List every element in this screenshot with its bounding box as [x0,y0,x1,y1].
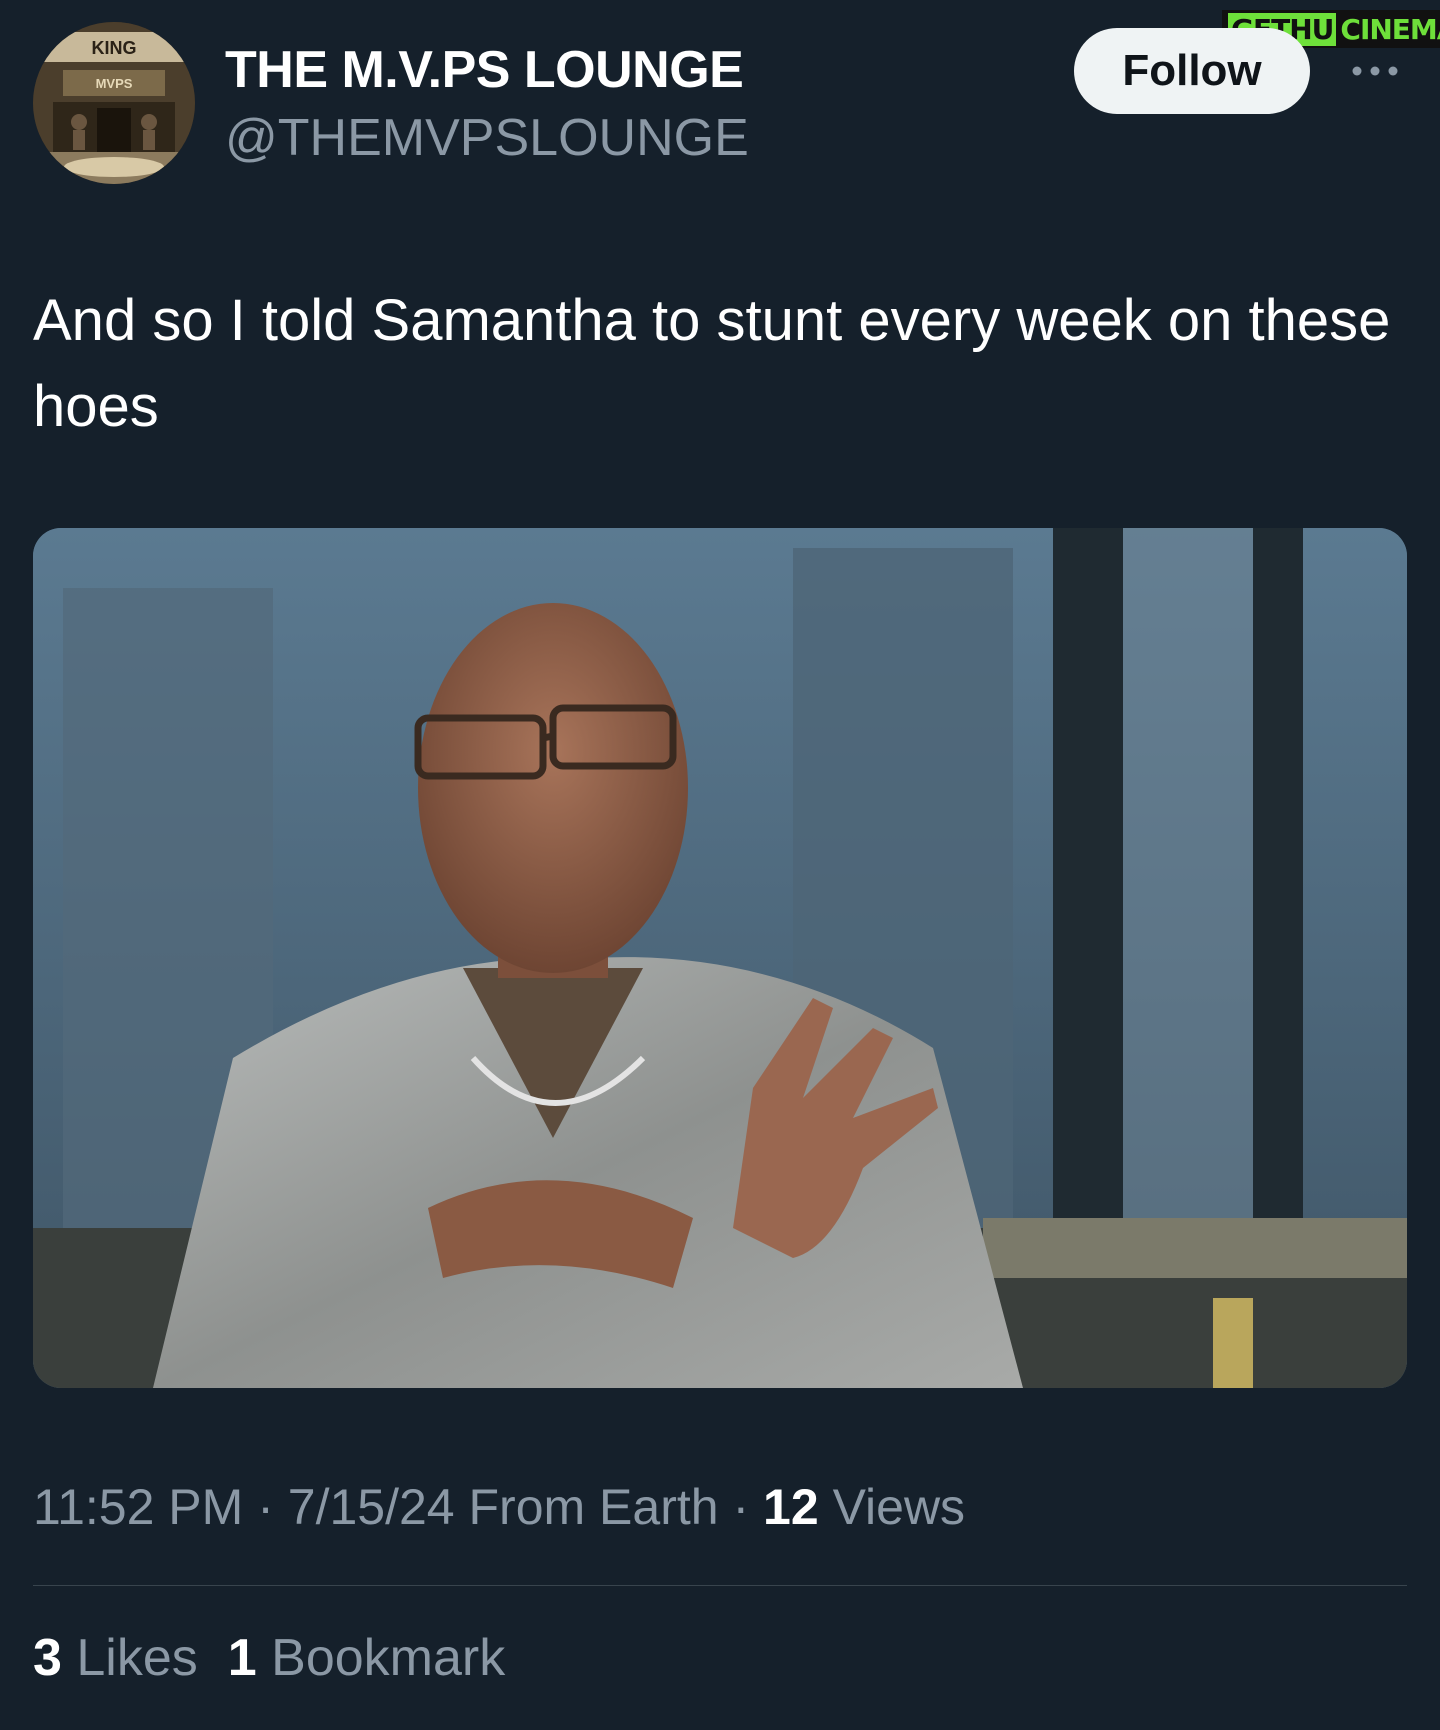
bookmarks-stat[interactable]: 1 Bookmark [228,1629,505,1687]
likes-label: Likes [76,1629,198,1687]
more-options-icon[interactable] [1345,56,1405,86]
author-avatar[interactable]: KING MVPS [33,22,195,184]
views-count: 12 [763,1479,819,1535]
bookmarks-count: 1 [227,1629,257,1687]
meta-separator: · [257,1479,274,1535]
tweet-meta: 11:52 PM · 7/15/24 From Earth · 12 Views [33,1478,965,1536]
meta-separator: · [732,1479,750,1535]
follow-button[interactable]: Follow [1074,28,1310,114]
likes-stat[interactable]: 3 Likes [33,1629,198,1687]
tweet-text: And so I told Samantha to stunt every we… [33,288,1391,439]
bookmarks-label: Bookmark [271,1629,506,1687]
attached-photo [33,528,1407,1388]
tweet-stats: 3 Likes 1 Bookmark [33,1628,505,1688]
tweet-date[interactable]: 7/15/24 [288,1479,455,1535]
divider [33,1585,1407,1586]
lounge-avatar-image: KING MVPS [33,22,195,184]
views-label: Views [832,1479,966,1535]
tweet-media[interactable] [33,528,1407,1388]
author-display-name[interactable]: THE M.V.PS LOUNGE [225,40,744,100]
author-handle[interactable]: @THEMVPSLOUNGE [225,108,749,168]
likes-count: 3 [33,1629,62,1687]
watermark-part-2: CINEMA [1340,12,1440,46]
tweet-time[interactable]: 11:52 PM [33,1479,243,1535]
tweet-source: From Earth [468,1479,719,1535]
svg-text:MVPS: MVPS [96,76,133,91]
svg-text:KING: KING [92,38,137,58]
